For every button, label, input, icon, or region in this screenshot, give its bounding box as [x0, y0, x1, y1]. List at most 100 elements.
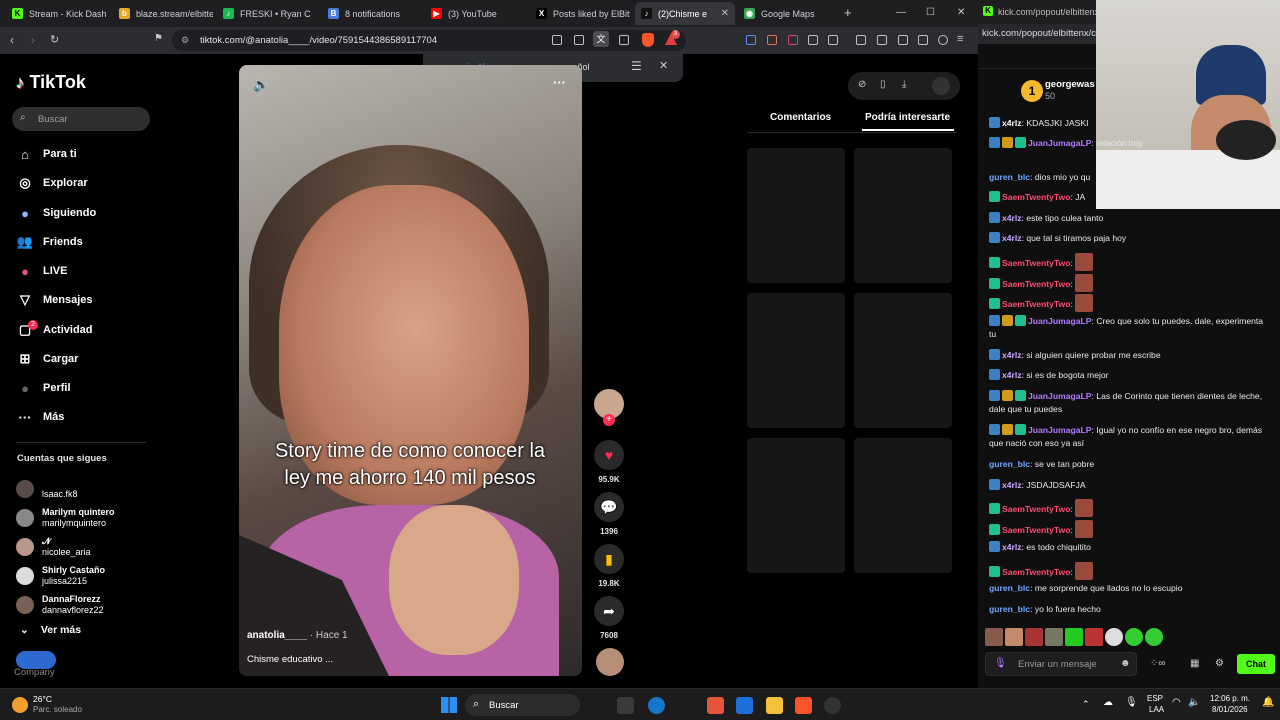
emote-4[interactable]	[1045, 628, 1063, 646]
share-page-icon[interactable]	[619, 35, 629, 45]
chat-message[interactable]: SaemTwentyTwo: JA	[989, 191, 1264, 204]
media-icon[interactable]	[856, 35, 866, 45]
chat-message[interactable]: x4rlz: este tipo culea tanto	[989, 212, 1264, 225]
notifications-icon[interactable]: 🔔	[1262, 697, 1274, 708]
company-link[interactable]: Company	[14, 667, 55, 678]
chat-username[interactable]: guren_blc	[989, 172, 1030, 182]
close-tab-icon[interactable]: ✕	[721, 8, 729, 19]
nav-item-más[interactable]: ··· Más	[16, 406, 65, 428]
minimize-icon[interactable]: —	[896, 7, 906, 18]
edge-icon[interactable]	[648, 697, 665, 714]
chat-username[interactable]: SaemTwentyTwo	[1002, 567, 1070, 577]
emote-5[interactable]	[1065, 628, 1083, 646]
video-author[interactable]: anatolia____ · Hace 1	[247, 630, 348, 641]
emote-9[interactable]	[1145, 628, 1163, 646]
save-action[interactable]: ▮ 19.8K	[594, 544, 624, 588]
mic-tray-icon[interactable]: 🎙	[1125, 697, 1138, 708]
chat-message[interactable]: SaemTwentyTwo:	[989, 274, 1264, 292]
back-icon[interactable]: ‹	[10, 33, 14, 47]
menu-icon[interactable]: ≡	[957, 33, 963, 45]
chat-username[interactable]: SaemTwentyTwo	[1002, 299, 1070, 309]
new-tab-button[interactable]: +	[844, 5, 852, 20]
volume-icon[interactable]: 🔊	[253, 77, 269, 93]
chat-message[interactable]: x4rlz: si alguien quiere probar me escri…	[989, 349, 1264, 362]
following-item[interactable]: lsaac.fk8	[16, 476, 78, 502]
chat-username[interactable]: JuanJumagaLP	[1028, 425, 1092, 435]
chat-username[interactable]: guren_blc	[989, 459, 1030, 469]
volume-tray-icon[interactable]: 🔈	[1188, 697, 1200, 708]
chat-message[interactable]: SaemTwentyTwo:	[989, 562, 1264, 580]
chat-username[interactable]: JuanJumagaLP	[1028, 391, 1092, 401]
chat-username[interactable]: JuanJumagaLP	[1028, 316, 1092, 326]
site-info-icon[interactable]: ⚙	[181, 35, 189, 46]
lang-indicator[interactable]: ESP	[1147, 694, 1163, 703]
recommendation-placeholder[interactable]	[747, 148, 845, 283]
browser-tab[interactable]: ◉ Google Maps	[738, 2, 833, 25]
chat-message[interactable]: JuanJumagaLP: Creo que solo tu puedes. d…	[989, 315, 1264, 341]
browser-tab[interactable]: ♪ (2)Chisme e ✕	[635, 2, 735, 25]
kick-tab-title[interactable]: kick.com/popout/elbittenx/c	[998, 7, 1106, 17]
emote-7[interactable]	[1105, 628, 1123, 646]
comment-action[interactable]: 💬 1396	[594, 492, 624, 536]
following-item[interactable]: 𝓝 nicolee_aria	[16, 534, 91, 560]
ver-mas-link[interactable]: ⌄ Ver más	[20, 624, 81, 636]
chat-username[interactable]: guren_blc	[989, 604, 1030, 614]
taskview-icon[interactable]	[617, 697, 634, 714]
nav-item-para-ti[interactable]: ⌂ Para ti	[16, 143, 77, 165]
nav-item-friends[interactable]: 👥 Friends	[16, 231, 83, 253]
emote-3[interactable]	[1025, 628, 1043, 646]
tiktok-search-input[interactable]: ⌕ Buscar	[12, 107, 150, 131]
chat-username[interactable]: x4rlz	[1002, 213, 1022, 223]
browser-tab[interactable]: ▶ (3) YouTube	[425, 2, 525, 25]
chat-message[interactable]: x4rlz: KDASJKI JASKI	[989, 117, 1264, 130]
browser-tab[interactable]: K Stream - Kick Dashb	[6, 2, 106, 25]
recommendation-placeholder[interactable]	[854, 148, 952, 283]
chat-username[interactable]: SaemTwentyTwo	[1002, 258, 1070, 268]
follow-plus-icon[interactable]: +	[603, 414, 615, 426]
chat-username[interactable]: x4rlz	[1002, 233, 1022, 243]
clock-time[interactable]: 12:06 p. m.	[1210, 694, 1250, 703]
like-action[interactable]: ♥ 95.9K	[594, 440, 624, 484]
nav-item-cargar[interactable]: ⊞ Cargar	[16, 348, 79, 370]
chat-message[interactable]: SaemTwentyTwo:	[989, 520, 1264, 538]
pinned-user[interactable]: georgewas	[1045, 79, 1095, 90]
chat-username[interactable]: SaemTwentyTwo	[1002, 525, 1070, 535]
music-disc[interactable]	[596, 648, 624, 676]
tab-podria-interesarte[interactable]: Podría interesarte	[865, 112, 950, 123]
chat-message[interactable]: SaemTwentyTwo:	[989, 499, 1264, 517]
chat-username[interactable]: x4rlz	[1002, 542, 1022, 552]
ext-translate-icon[interactable]	[746, 35, 756, 45]
kick-url-text[interactable]: kick.com/popout/elbittenx/c	[982, 28, 1096, 39]
chat-message[interactable]: x4rlz: que tal si tiramos paja hoy	[989, 232, 1264, 245]
nav-item-mensajes[interactable]: ▽ Mensajes	[16, 289, 93, 311]
translate-close-icon[interactable]: ✕	[659, 59, 668, 72]
nav-item-siguiendo[interactable]: ● Siguiendo	[16, 202, 96, 224]
recommendation-placeholder[interactable]	[747, 293, 845, 428]
chat-username[interactable]: x4rlz	[1002, 118, 1022, 128]
onedrive-icon[interactable]: ☁	[1103, 697, 1113, 708]
reload-icon[interactable]: ↻	[50, 33, 59, 46]
autoscroll-icon[interactable]: ⊘	[858, 79, 866, 90]
chat-message[interactable]: JuanJumagaLP: Igual yo no confío en ese …	[989, 424, 1264, 450]
chat-username[interactable]: x4rlz	[1002, 350, 1022, 360]
weather-icon[interactable]	[12, 697, 28, 713]
chat-message[interactable]: guren_blc: se ve tan pobre	[989, 458, 1264, 471]
ext-m-icon[interactable]	[788, 35, 798, 45]
emoji-icon[interactable]: ☻	[1120, 658, 1131, 669]
chat-users-icon[interactable]: ⁘∞	[1150, 658, 1166, 669]
user-avatar[interactable]	[932, 77, 950, 95]
obs-icon[interactable]	[824, 697, 841, 714]
forward-icon[interactable]: ›	[31, 33, 35, 47]
translate-icon[interactable]: 文	[593, 31, 609, 47]
tiktok-logo[interactable]: ♪ TikTok	[16, 72, 86, 93]
chat-username[interactable]: SaemTwentyTwo	[1002, 192, 1070, 202]
chat-settings-icon[interactable]: ⚙	[1215, 658, 1224, 669]
following-item[interactable]: Shirly Castaño julissa2215	[16, 563, 105, 589]
emote-1[interactable]	[985, 628, 1003, 646]
sidebar-icon[interactable]	[877, 35, 887, 45]
browser-tab[interactable]: B 8 notifications	[322, 2, 422, 25]
nav-item-perfil[interactable]: ● Perfil	[16, 377, 70, 399]
recommendation-placeholder[interactable]	[854, 293, 952, 428]
wifi-icon[interactable]: ◠	[1172, 697, 1181, 708]
following-item[interactable]: DannaFlorezz dannavflorez22	[16, 592, 104, 618]
